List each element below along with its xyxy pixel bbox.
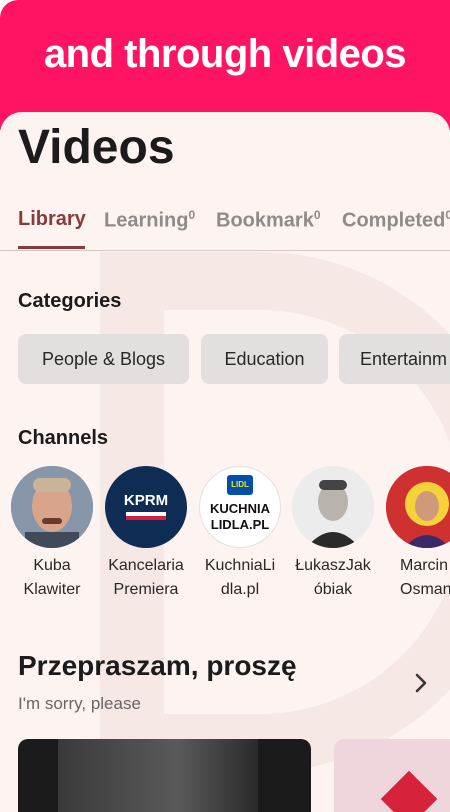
category-chip-education[interactable]: Education xyxy=(201,334,328,384)
tab-label: Learning xyxy=(104,209,189,232)
person-photo-icon xyxy=(386,466,450,548)
person-photo-icon xyxy=(11,466,93,548)
channel-name: Kancelaria Premiera xyxy=(108,557,184,598)
person-photo-icon xyxy=(292,466,374,548)
kprm-logo-text: KPRM xyxy=(123,492,169,509)
tab-count: 0 xyxy=(313,208,321,222)
page-title: Videos xyxy=(18,121,175,174)
video-thumbnail[interactable] xyxy=(334,739,450,812)
tab-label: Bookmark xyxy=(216,209,314,232)
tab-label: Completed xyxy=(342,209,446,232)
avatar: KPRM xyxy=(105,466,187,548)
tab-completed[interactable]: Completed0 xyxy=(342,208,450,233)
category-chip-people-blogs[interactable]: People & Blogs xyxy=(18,334,189,384)
kuchnia-logo-text: KUCHNIA LIDLA.PL xyxy=(210,501,270,532)
channels-title: Channels xyxy=(18,427,109,449)
category-chip-entertainment[interactable]: Entertainm xyxy=(339,334,450,384)
promo-banner: and through videos xyxy=(0,0,450,130)
tab-count: 0 xyxy=(445,208,450,222)
channel-kuba-klawiter[interactable]: Kuba Klawiter xyxy=(7,466,97,602)
channel-name: Marcin Osman xyxy=(400,557,450,598)
lidl-logo: LIDL xyxy=(227,475,253,495)
avatar xyxy=(11,466,93,548)
tab-label: Library xyxy=(18,208,86,230)
channel-kancelaria-premiera[interactable]: KPRM Kancelaria Premiera xyxy=(101,466,191,602)
channel-name: Kuba Klawiter xyxy=(23,557,81,598)
chevron-right-icon[interactable] xyxy=(410,672,432,694)
channel-name: KuchniaLi dla.pl xyxy=(204,557,276,598)
video-thumbnail[interactable] xyxy=(18,739,311,812)
recommendation-subtitle: I'm sorry, please xyxy=(18,694,141,713)
avatar: LIDL KUCHNIA LIDLA.PL xyxy=(199,466,281,548)
tab-learning[interactable]: Learning0 xyxy=(104,208,195,233)
tab-count: 0 xyxy=(188,208,196,222)
avatar xyxy=(292,466,374,548)
banner-title: and through videos xyxy=(43,32,407,76)
flag-stripe-red xyxy=(126,516,166,520)
channel-marcin-osman[interactable]: Marcin Osman xyxy=(382,466,450,602)
tab-library[interactable]: Library xyxy=(18,208,86,231)
avatar xyxy=(386,466,450,548)
videos-panel: Videos Library Learning0 Bookmark0 Compl… xyxy=(0,112,450,812)
channel-lukasz-jakobiak[interactable]: ŁukaszJak óbiak xyxy=(288,466,378,602)
channel-name: ŁukaszJak óbiak xyxy=(295,557,371,598)
recommendation-title: Przepraszam, proszę xyxy=(18,650,297,681)
tab-bookmark[interactable]: Bookmark0 xyxy=(216,208,321,233)
heart-icon xyxy=(380,770,438,812)
thumbnail-image xyxy=(58,739,258,812)
active-tab-indicator xyxy=(18,246,85,249)
channel-kuchnia-lidla[interactable]: LIDL KUCHNIA LIDLA.PL KuchniaLi dla.pl xyxy=(195,466,285,602)
categories-title: Categories xyxy=(18,290,122,312)
tab-bar: Library Learning0 Bookmark0 Completed0 xyxy=(0,204,450,251)
